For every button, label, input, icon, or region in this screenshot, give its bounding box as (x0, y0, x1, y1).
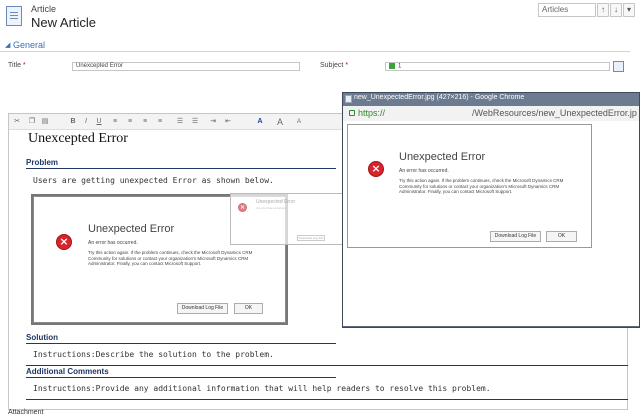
download-log-button: Download Log File (177, 303, 228, 314)
subject-label-text: Subject (320, 62, 344, 69)
section-header (0, 40, 630, 52)
subject-value: 1 (398, 63, 402, 70)
copy-icon[interactable]: ❐ (27, 117, 37, 127)
bold-button[interactable]: B (68, 117, 78, 127)
url-scheme: https:// (358, 108, 386, 118)
error-icon: × (56, 234, 72, 250)
title-field-label: Title * (8, 62, 26, 69)
section-collapse-icon[interactable]: ◢ (5, 41, 10, 49)
font-size-decrease-button[interactable]: A (294, 117, 304, 127)
additional-comments-text[interactable]: Instructions:Provide any additional info… (33, 384, 491, 393)
attachment-label: Attachment (8, 409, 44, 416)
previous-record-button[interactable]: ↑ (597, 3, 609, 17)
entity-label: Article (31, 4, 57, 14)
subject-record-icon (389, 63, 395, 69)
next-record-button[interactable]: ↓ (610, 3, 622, 17)
error-subtitle: An error has occurred. (399, 168, 449, 174)
section-divider (26, 399, 628, 400)
solution-text[interactable]: Instructions:Describe the solution to th… (33, 350, 274, 359)
numbered-list-icon[interactable]: ☰ (190, 117, 200, 127)
underline-button[interactable]: U (94, 117, 104, 127)
lookup-icon[interactable] (613, 61, 624, 72)
problem-heading[interactable]: Problem (26, 158, 336, 169)
error-body: Try this action again. If the problem co… (399, 178, 564, 195)
error-title: Unexpected Error (88, 223, 175, 235)
error-title: Unexpected Error (399, 151, 486, 163)
cut-icon[interactable]: ✂ (12, 117, 22, 127)
indent-icon[interactable]: ⇥ (208, 117, 218, 127)
record-navigation-select[interactable]: Articles (538, 3, 596, 17)
error-icon: × (238, 203, 247, 212)
image-file-icon (345, 95, 352, 103)
ok-button: OK (546, 231, 577, 242)
section-title[interactable]: General (13, 40, 45, 50)
lock-icon (349, 110, 355, 116)
download-log-button: Download Log File (490, 231, 541, 242)
more-navigation-button[interactable]: ▾ (623, 3, 635, 17)
font-size-increase-button[interactable]: A (275, 117, 285, 127)
ok-button: OK (234, 303, 263, 314)
align-center-icon[interactable]: ≡ (125, 117, 135, 127)
justify-icon[interactable]: ≡ (155, 117, 165, 127)
required-indicator: * (345, 62, 349, 69)
bullet-list-icon[interactable]: ☰ (175, 117, 185, 127)
url-path: /WebResources/new_UnexpectedError.jp (472, 108, 637, 118)
article-heading[interactable]: Unexcepted Error (28, 131, 128, 147)
required-indicator: * (22, 62, 26, 69)
error-icon: × (368, 161, 384, 177)
italic-button[interactable]: I (81, 117, 91, 127)
title-label-text: Title (8, 62, 21, 69)
paste-icon[interactable]: ▤ (40, 117, 50, 127)
record-title: New Article (31, 15, 97, 30)
problem-text[interactable]: Users are getting unexpected Error as sh… (33, 176, 274, 185)
outdent-icon[interactable]: ⇤ (223, 117, 233, 127)
error-subtitle: An error has occurred. (88, 240, 138, 246)
chrome-window-title: new_UnexpectedError.jpg (427×216) - Goog… (354, 94, 525, 101)
ghost-title: Unexpected Error (256, 199, 296, 205)
error-body: Try this action again. If the problem co… (88, 250, 253, 267)
article-entity-icon (6, 6, 22, 26)
ghost-subtitle: An error has occurred. (256, 206, 286, 210)
section-divider (26, 365, 628, 366)
title-input[interactable]: Unexcepted Error (72, 62, 300, 71)
solution-heading[interactable]: Solution (26, 333, 336, 344)
align-right-icon[interactable]: ≡ (140, 117, 150, 127)
additional-comments-heading[interactable]: Additional Comments (26, 367, 336, 378)
highlight-color-button[interactable]: A (255, 117, 265, 127)
subject-field-label: Subject * (320, 62, 348, 69)
align-left-icon[interactable]: ≡ (110, 117, 120, 127)
subject-input[interactable]: 1 (385, 62, 610, 71)
ghost-button: Download Log File (297, 235, 325, 241)
